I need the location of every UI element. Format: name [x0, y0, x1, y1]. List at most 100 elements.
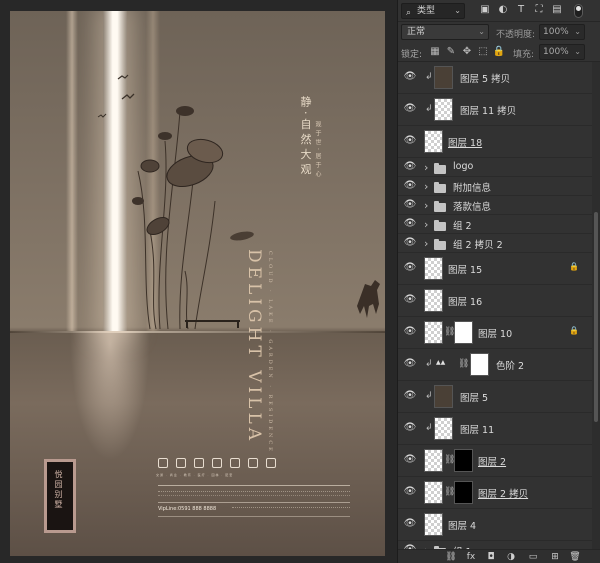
fx-icon[interactable]: fx — [464, 550, 478, 563]
lock-artboard-icon[interactable]: ⬚ — [476, 45, 490, 59]
expand-caret-icon[interactable]: › — [424, 199, 428, 212]
layer-row[interactable]: 👁 ↲ 图层 11 拷贝 — [398, 94, 594, 126]
visibility-eye-icon[interactable]: 👁 — [403, 199, 417, 210]
layer-name[interactable]: 图层 2 — [478, 454, 506, 468]
layer-name[interactable]: 图层 5 拷贝 — [460, 71, 510, 85]
mask-icon[interactable]: ◘ — [484, 550, 498, 563]
layer-row[interactable]: 👁 ↲ 图层 5 拷贝 — [398, 62, 594, 94]
layer-mask-thumbnail[interactable] — [454, 481, 473, 504]
visibility-eye-icon[interactable]: 👁 — [403, 486, 417, 497]
layer-row[interactable]: 👁 ↲ ▲▲ ⛓ 色阶 2 — [398, 349, 594, 381]
layer-name[interactable]: 组 2 拷贝 2 — [453, 237, 503, 251]
new-group-icon[interactable]: ▭ — [526, 550, 540, 563]
layer-name[interactable]: 图层 11 拷贝 — [460, 103, 516, 117]
layer-name[interactable]: 图层 2 拷贝 — [478, 486, 528, 500]
layer-thumbnail[interactable] — [424, 481, 443, 504]
visibility-eye-icon[interactable]: 👁 — [403, 262, 417, 273]
lock-transparency-icon[interactable]: ▦ — [428, 45, 442, 59]
new-layer-icon[interactable]: ⊞ — [548, 550, 562, 563]
layer-row[interactable]: 👁 图层 4 — [398, 509, 594, 541]
layer-name[interactable]: 附加信息 — [453, 180, 491, 194]
visibility-eye-icon[interactable]: 👁 — [403, 161, 417, 172]
layer-thumbnail[interactable] — [424, 513, 443, 536]
visibility-eye-icon[interactable]: 👁 — [403, 454, 417, 465]
visibility-eye-icon[interactable]: 👁 — [403, 218, 417, 229]
layer-thumbnail[interactable] — [424, 257, 443, 280]
layer-thumbnail[interactable] — [434, 417, 453, 440]
visibility-eye-icon[interactable]: 👁 — [403, 422, 417, 433]
layer-row[interactable]: 👁 图层 16 — [398, 285, 594, 317]
canvas-area[interactable]: 静·自然大观 观于世·居于心 DELIGHT VILLA CLOUD · LAK… — [0, 0, 397, 563]
layer-thumbnail[interactable] — [424, 449, 443, 472]
visibility-eye-icon[interactable]: 👁 — [403, 103, 417, 114]
layers-scrollbar[interactable] — [592, 62, 600, 549]
link-layers-icon[interactable]: ⛓ — [444, 550, 458, 563]
layer-mask-thumbnail[interactable] — [470, 353, 489, 376]
adjustment-layer-icon[interactable]: ◑ — [504, 550, 518, 563]
layer-row[interactable]: 👁 ↲ 图层 11 — [398, 413, 594, 445]
fill-input[interactable]: 100% ⌄ — [539, 44, 585, 60]
visibility-eye-icon[interactable]: 👁 — [403, 390, 417, 401]
poster-artboard[interactable]: 静·自然大观 观于世·居于心 DELIGHT VILLA CLOUD · LAK… — [10, 11, 385, 556]
layer-thumbnail[interactable] — [424, 130, 443, 153]
layer-name[interactable]: 落款信息 — [453, 199, 491, 213]
layer-row[interactable]: 👁 图层 15 🔒 — [398, 253, 594, 285]
layer-thumbnail[interactable] — [434, 385, 453, 408]
lock-position-icon[interactable]: ✥ — [460, 45, 474, 59]
layer-name[interactable]: 图层 10 — [478, 326, 512, 340]
image-filter-icon[interactable]: ▣ — [478, 3, 492, 17]
layer-group-row[interactable]: 👁 › 组 2 拷贝 2 — [398, 234, 594, 253]
layer-name[interactable]: 图层 4 — [448, 518, 476, 532]
visibility-eye-icon[interactable]: 👁 — [403, 180, 417, 191]
layer-name[interactable]: 图层 16 — [448, 294, 482, 308]
visibility-eye-icon[interactable]: 👁 — [403, 71, 417, 82]
filter-toggle[interactable] — [574, 4, 583, 18]
adjustment-filter-icon[interactable]: ◐ — [496, 3, 510, 17]
layer-name[interactable]: 图层 5 — [460, 390, 488, 404]
visibility-eye-icon[interactable]: 👁 — [403, 294, 417, 305]
visibility-eye-icon[interactable]: 👁 — [403, 326, 417, 337]
blend-mode-select[interactable]: 正常 ⌄ — [401, 24, 489, 40]
layer-name[interactable]: 组 2 — [453, 218, 472, 232]
lock-pixels-icon[interactable]: ✎ — [444, 45, 458, 59]
layer-group-row[interactable]: 👁›组 1 — [398, 541, 594, 549]
visibility-eye-icon[interactable]: 👁 — [403, 358, 417, 369]
visibility-eye-icon[interactable]: 👁 — [403, 518, 417, 529]
layer-mask-thumbnail[interactable] — [454, 449, 473, 472]
layer-row[interactable]: 👁 ↲ 图层 5 — [398, 381, 594, 413]
layer-name[interactable]: 图层 18 — [448, 135, 482, 149]
opacity-input[interactable]: 100% ⌄ — [539, 24, 585, 40]
layer-name[interactable]: 图层 11 — [460, 422, 494, 436]
filter-kind-select[interactable]: ⌕ 类型 ⌄ — [401, 3, 465, 19]
type-filter-icon[interactable]: T — [514, 3, 528, 17]
layer-thumbnail[interactable] — [434, 66, 453, 89]
layer-group-row[interactable]: 👁 › 附加信息 — [398, 177, 594, 196]
layer-group-row[interactable]: 👁 › logo — [398, 158, 594, 177]
layer-row[interactable]: 👁 图层 18 — [398, 126, 594, 158]
layer-thumbnail[interactable] — [424, 321, 443, 344]
layer-thumbnail[interactable] — [434, 98, 453, 121]
visibility-eye-icon[interactable]: 👁 — [403, 135, 417, 146]
layer-thumbnail[interactable] — [424, 289, 443, 312]
layer-mask-thumbnail[interactable] — [454, 321, 473, 344]
shape-filter-icon[interactable]: ⛶ — [532, 3, 546, 17]
scroll-thumb[interactable] — [594, 212, 598, 422]
layer-row[interactable]: 👁 ⛓ 图层 2 拷贝 — [398, 477, 594, 509]
delete-icon[interactable]: 🗑 — [568, 550, 582, 563]
layer-group-row[interactable]: 👁 › 组 2 — [398, 215, 594, 234]
expand-caret-icon[interactable]: › — [424, 161, 428, 174]
layer-name[interactable]: 色阶 2 — [496, 358, 524, 372]
expand-caret-icon[interactable]: › — [424, 180, 428, 193]
layer-group-row[interactable]: 👁 › 落款信息 — [398, 196, 594, 215]
layer-name[interactable]: logo — [453, 161, 473, 172]
smart-object-filter-icon[interactable]: ▤ — [550, 3, 564, 17]
layer-name[interactable]: 图层 15 — [448, 262, 482, 276]
layer-row[interactable]: 👁 ⛓ 图层 10 🔒 — [398, 317, 594, 349]
expand-caret-icon[interactable]: › — [424, 237, 428, 250]
layer-row[interactable]: 👁 ⛓ 图层 2 — [398, 445, 594, 477]
visibility-eye-icon[interactable]: 👁 — [403, 237, 417, 248]
lock-all-icon[interactable]: 🔒 — [492, 45, 506, 59]
layer-list[interactable]: 👁 ↲ 图层 5 拷贝 👁 ↲ 图层 11 拷贝 👁 图层 18 👁 › logo 👁 › 附加信息 👁 › 落… — [398, 62, 600, 549]
expand-caret-icon[interactable]: › — [424, 218, 428, 231]
mask-link-icon[interactable]: ⛓ — [458, 359, 469, 369]
